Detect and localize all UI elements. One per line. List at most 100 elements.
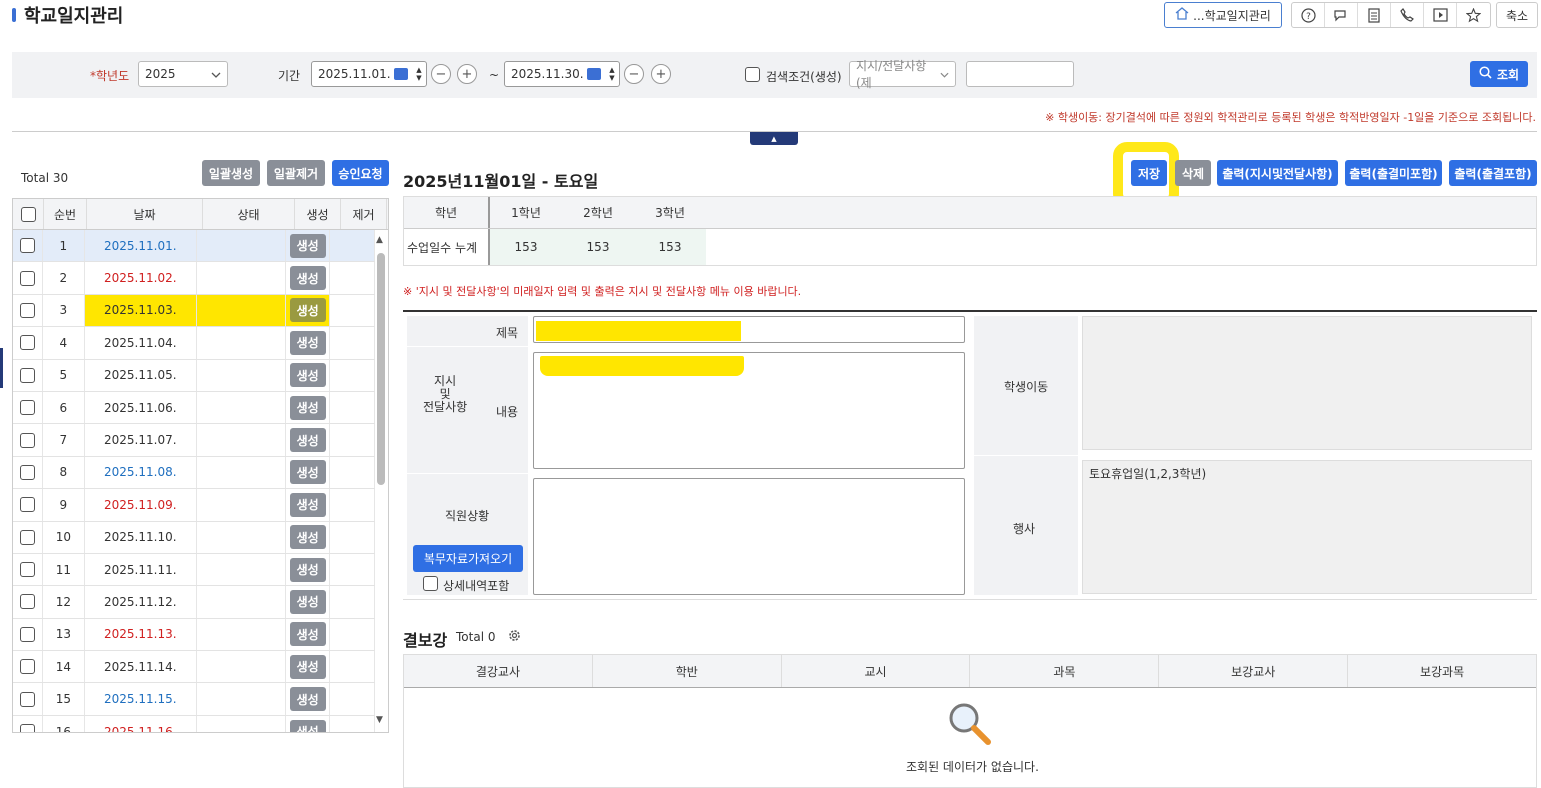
row-gen-button[interactable]: 생성 xyxy=(289,363,326,388)
table-row[interactable]: 9 2025.11.09. 생성 xyxy=(13,489,375,522)
bulk-remove-button[interactable]: 일괄제거 xyxy=(267,160,325,186)
condition-checkbox[interactable] xyxy=(745,67,760,82)
table-row[interactable]: 11 2025.11.11. 생성 xyxy=(13,553,375,587)
help-icon[interactable]: ? xyxy=(1292,3,1325,27)
row-date[interactable]: 2025.11.04. xyxy=(85,327,197,359)
scroll-up-icon[interactable]: ▲ xyxy=(376,235,383,245)
row-date[interactable]: 2025.11.09. xyxy=(85,489,197,521)
bulk-create-button[interactable]: 일괄생성 xyxy=(202,160,260,186)
row-date[interactable]: 2025.11.01. xyxy=(85,230,197,262)
date-from-input[interactable]: 2025.11.01. ▲ ▼ xyxy=(311,61,427,87)
date-to-input[interactable]: 2025.11.30. ▲ ▼ xyxy=(504,61,620,87)
row-gen-button[interactable]: 생성 xyxy=(289,719,326,732)
row-date[interactable]: 2025.11.13. xyxy=(85,618,197,651)
row-gen-button[interactable]: 생성 xyxy=(289,589,326,614)
row-checkbox[interactable] xyxy=(20,367,35,383)
calendar-icon[interactable] xyxy=(587,68,601,80)
row-checkbox[interactable] xyxy=(20,626,35,642)
row-date[interactable]: 2025.11.15. xyxy=(85,683,197,715)
row-checkbox[interactable] xyxy=(20,464,35,480)
print-instructions-button[interactable]: 출력(지시및전달사항) xyxy=(1217,160,1338,186)
row-gen-button[interactable]: 생성 xyxy=(289,687,326,712)
staff-textarea[interactable] xyxy=(533,478,965,595)
row-date[interactable]: 2025.11.08. xyxy=(85,456,197,489)
row-date[interactable]: 2025.11.12. xyxy=(85,586,197,618)
table-row[interactable]: 12 2025.11.12. 생성 xyxy=(13,586,375,619)
row-gen-button[interactable]: 생성 xyxy=(289,557,326,582)
table-row[interactable]: 7 2025.11.07. 생성 xyxy=(13,424,375,457)
row-date[interactable]: 2025.11.16. xyxy=(85,715,197,732)
phone-icon[interactable] xyxy=(1391,3,1424,27)
date-from-spinner[interactable]: ▲ ▼ xyxy=(414,66,424,82)
collapse-toggle[interactable]: ▲ xyxy=(750,132,798,145)
row-date[interactable]: 2025.11.02. xyxy=(85,262,197,294)
table-row[interactable]: 1 2025.11.01. 생성 xyxy=(13,230,375,263)
save-button[interactable]: 저장 xyxy=(1131,160,1167,186)
scroll-down-icon[interactable]: ▼ xyxy=(376,715,383,725)
row-checkbox[interactable] xyxy=(20,562,35,578)
row-date[interactable]: 2025.11.14. xyxy=(85,651,197,683)
delete-button[interactable]: 삭제 xyxy=(1175,160,1211,186)
date-from-minus-button[interactable]: − xyxy=(431,64,451,84)
table-row[interactable]: 162025.11.16. 생성 xyxy=(13,715,375,732)
print-no-attendance-button[interactable]: 출력(출결미포함) xyxy=(1345,160,1442,186)
row-checkbox[interactable] xyxy=(20,724,35,732)
shrink-button[interactable]: 축소 xyxy=(1496,2,1538,28)
table-row[interactable]: 5 2025.11.05. 생성 xyxy=(13,359,375,392)
detail-include-checkbox[interactable] xyxy=(423,576,438,591)
row-gen-button[interactable]: 생성 xyxy=(289,395,326,420)
table-row[interactable]: 15 2025.11.15. 생성 xyxy=(13,683,375,716)
row-checkbox[interactable] xyxy=(20,302,35,318)
row-gen-button[interactable]: 생성 xyxy=(289,492,326,517)
row-date[interactable]: 2025.11.06. xyxy=(85,391,197,424)
star-icon[interactable] xyxy=(1457,3,1490,27)
print-attendance-button[interactable]: 출력(출결포함) xyxy=(1449,160,1537,186)
document-icon[interactable] xyxy=(1358,3,1391,27)
search-button[interactable]: 조회 xyxy=(1470,61,1528,87)
row-gen-button[interactable]: 생성 xyxy=(289,233,326,258)
table-row[interactable]: 3 2025.11.03. 생성 xyxy=(13,294,375,328)
year-select[interactable]: 2025 xyxy=(138,61,228,87)
calendar-icon[interactable] xyxy=(394,68,408,80)
row-checkbox[interactable] xyxy=(20,335,35,351)
row-date[interactable]: 2025.11.11. xyxy=(85,553,197,586)
row-gen-button[interactable]: 생성 xyxy=(289,330,326,355)
row-date[interactable]: 2025.11.10. xyxy=(85,521,197,553)
row-gen-button[interactable]: 생성 xyxy=(289,428,326,453)
table-row[interactable]: 14 2025.11.14. 생성 xyxy=(13,651,375,684)
video-icon[interactable] xyxy=(1424,3,1457,27)
table-row[interactable]: 8 2025.11.08. 생성 xyxy=(13,456,375,490)
row-checkbox[interactable] xyxy=(20,659,35,675)
row-checkbox[interactable] xyxy=(20,270,35,286)
row-checkbox[interactable] xyxy=(20,497,35,513)
side-handle[interactable] xyxy=(0,348,3,388)
scroll-thumb[interactable] xyxy=(377,253,385,485)
select-all-checkbox[interactable] xyxy=(20,206,36,222)
row-gen-button[interactable]: 생성 xyxy=(289,622,326,647)
row-checkbox[interactable] xyxy=(20,400,35,416)
date-to-spinner[interactable]: ▲ ▼ xyxy=(607,66,617,82)
row-checkbox[interactable] xyxy=(20,432,35,448)
row-date[interactable]: 2025.11.03. xyxy=(84,294,197,327)
table-row[interactable]: 4 2025.11.04. 생성 xyxy=(13,327,375,360)
table-row[interactable]: 13 2025.11.13. 생성 xyxy=(13,618,375,652)
row-checkbox[interactable] xyxy=(20,529,35,545)
row-checkbox[interactable] xyxy=(20,238,35,254)
row-gen-button[interactable]: 생성 xyxy=(289,654,326,679)
row-date[interactable]: 2025.11.05. xyxy=(85,359,197,391)
row-checkbox[interactable] xyxy=(20,594,35,610)
row-checkbox[interactable] xyxy=(20,691,35,707)
table-row[interactable]: 2 2025.11.02. 생성 xyxy=(13,262,375,295)
approve-button[interactable]: 승인요청 xyxy=(332,160,389,186)
chat-icon[interactable] xyxy=(1325,3,1358,27)
date-to-plus-button[interactable]: + xyxy=(651,64,671,84)
row-gen-button[interactable]: 생성 xyxy=(289,525,326,550)
table-row[interactable]: 6 2025.11.06. 생성 xyxy=(13,391,375,425)
row-gen-button[interactable]: 생성 xyxy=(289,266,326,291)
row-date[interactable]: 2025.11.07. xyxy=(85,424,197,456)
row-gen-button[interactable]: 생성 xyxy=(289,298,326,323)
date-to-minus-button[interactable]: − xyxy=(624,64,644,84)
menu-crumb-button[interactable]: ...학교일지관리 xyxy=(1164,2,1282,28)
gear-icon[interactable] xyxy=(507,628,522,646)
date-from-plus-button[interactable]: + xyxy=(457,64,477,84)
